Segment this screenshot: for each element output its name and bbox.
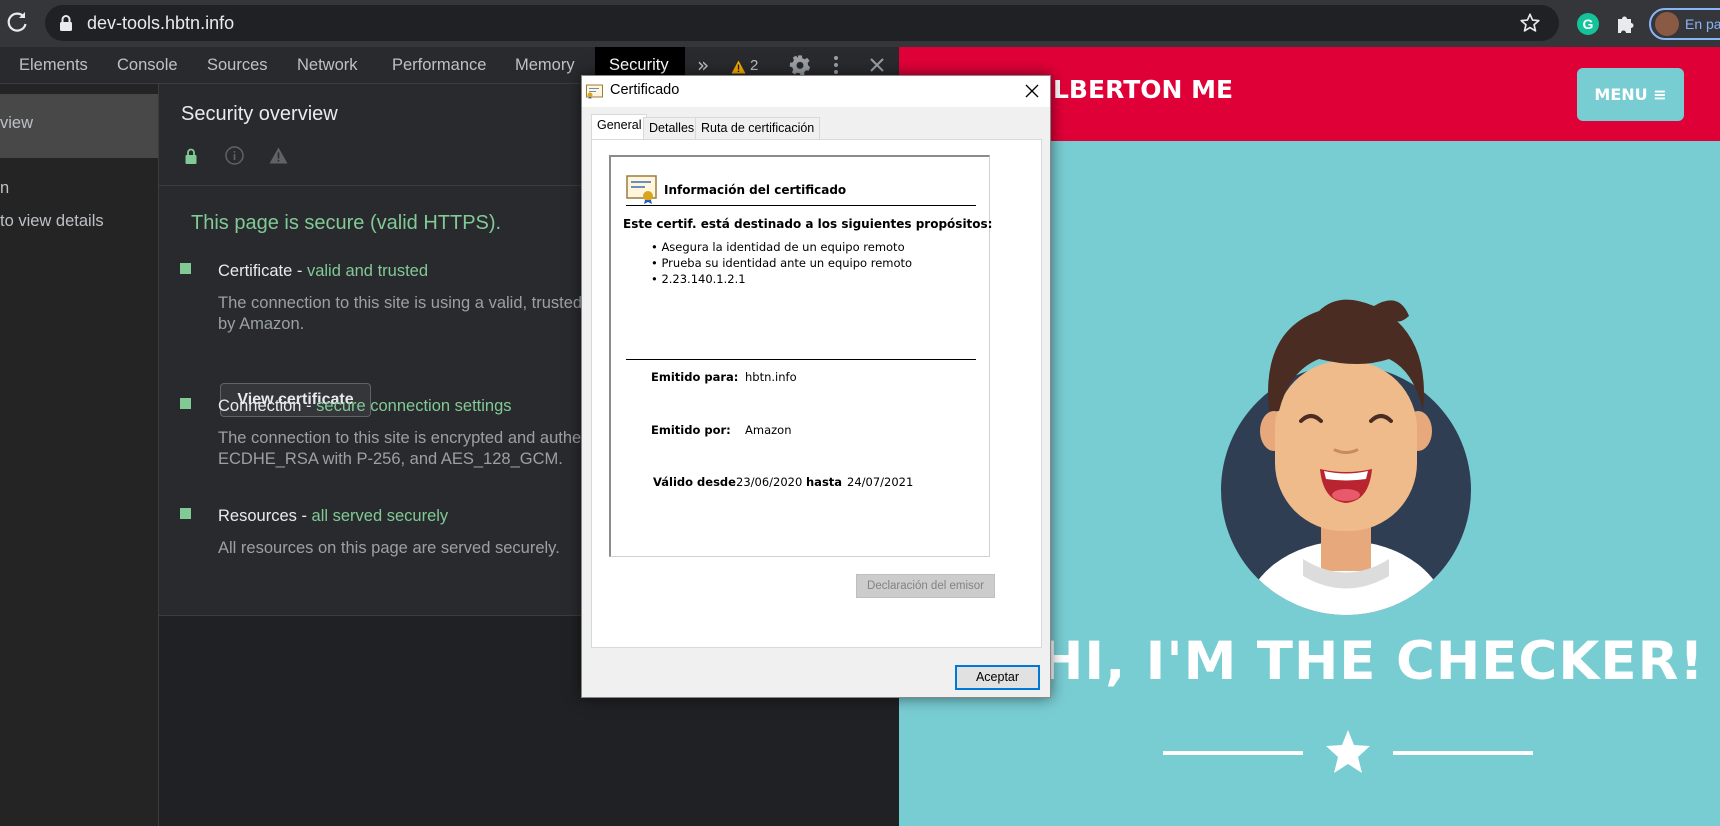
hero-avatar-illustration [1221,299,1471,615]
secure-headline: This page is secure (valid HTTPS). [191,212,502,234]
resources-description: All resources on this page are served se… [218,539,560,557]
reload-icon[interactable] [4,9,30,35]
certificate-description-line-1: The connection to this site is using a v… [218,294,583,312]
valid-from-value: 23/06/2020 [736,475,803,489]
gear-icon[interactable] [789,54,811,76]
profile-label: En pa [1685,16,1720,32]
tab-detalles[interactable]: Detalles [643,117,701,139]
sidebar-origin-label[interactable]: n [0,179,9,198]
divider [626,205,976,206]
certificate-description-line-2: by Amazon. [218,315,305,333]
star-divider [1163,730,1533,773]
warning-count[interactable]: 2 [750,57,758,74]
site-brand[interactable]: LBERTON ME [1053,75,1233,104]
lock-icon[interactable] [59,15,73,31]
divider [626,359,976,360]
issued-to-value: hbtn.info [745,370,797,384]
grammarly-extension-icon[interactable]: G [1577,13,1599,35]
warning-triangle-icon [269,147,288,164]
menu-button[interactable]: MENU ≡ [1577,68,1684,121]
purpose-heading: Este certif. está destinado a los siguie… [623,217,993,231]
resources-status-dot [180,508,191,519]
issued-by-label: Emitido por: [651,423,731,437]
tab-security[interactable]: Security [609,56,669,75]
accept-button[interactable]: Aceptar [955,665,1040,690]
tab-general[interactable]: General [591,114,648,140]
connection-status: secure connection settings [316,397,512,415]
valid-to-value: 24/07/2021 [847,475,914,489]
profile-button[interactable]: En pa [1649,8,1720,40]
more-tabs-button[interactable]: » [697,53,709,77]
page-title: Security overview [181,103,338,125]
dialog-title: Certificado [610,82,680,98]
purpose-item: • Prueba su identidad ante un equipo rem… [651,256,913,270]
certificate-dialog: Certificado General Detalles Ruta de cer… [581,75,1051,698]
sidebar-details-hint: to view details [0,212,104,230]
bookmark-star-icon[interactable] [1519,12,1541,34]
certificate-info-title: Información del certificado [664,183,847,197]
connection-description-line-2: ECDHE_RSA with P-256, and AES_128_GCM. [218,450,563,468]
star-icon [1326,730,1370,773]
valid-to-label: hasta [806,475,843,489]
more-options-icon[interactable] [833,55,839,75]
connection-description-line-1: The connection to this site is encrypted… [218,429,582,447]
purpose-item: • Asegura la identidad de un equipo remo… [651,240,905,254]
security-sidebar: view n to view details [0,84,159,826]
certificate-status-dot [180,263,191,274]
issued-by-value: Amazon [745,423,792,437]
tab-console[interactable]: Console [117,56,178,75]
browser-toolbar: dev-tools.hbtn.info G En pa [0,0,1720,47]
certificate-icon [586,84,603,99]
resources-title: Resources - all served securely [218,507,449,525]
certificate-info-box: Información del certificado Este certif.… [609,155,993,557]
tab-performance[interactable]: Performance [392,56,486,75]
extensions-puzzle-icon[interactable] [1614,12,1638,36]
tab-memory[interactable]: Memory [515,56,575,75]
connection-title: Connection - secure connection settings [218,397,512,415]
certificate-icon [626,175,657,204]
purpose-item: • 2.23.140.1.2.1 [651,272,746,286]
certificate-status: valid and trusted [306,262,429,280]
url-text[interactable]: dev-tools.hbtn.info [87,13,234,34]
tab-ruta-de-certificacion[interactable]: Ruta de certificación [695,117,821,139]
certificate-title: Certificate - valid and trusted [218,262,429,280]
tab-elements[interactable]: Elements [19,56,88,75]
valid-from-label: Válido desde [653,475,736,489]
warning-icon[interactable] [731,60,746,74]
connection-status-dot [180,398,191,409]
avatar [1655,12,1679,36]
dialog-titlebar[interactable]: Certificado [582,76,1050,107]
sidebar-overview-label: view [0,114,34,132]
address-bar[interactable]: dev-tools.hbtn.info [45,5,1559,41]
info-icon [225,146,244,165]
hero-title: HI, I'M THE CHECKER! [1039,631,1705,692]
issuer-statement-button[interactable]: Declaración del emisor [856,574,995,598]
tab-sources[interactable]: Sources [207,56,268,75]
tab-network[interactable]: Network [297,56,358,75]
issued-to-label: Emitido para: [651,370,739,384]
close-icon[interactable] [869,57,885,73]
resources-status: all served securely [311,507,449,525]
sidebar-item-overview[interactable]: view [0,94,158,158]
secure-lock-icon [185,148,197,164]
general-tab-panel: Información del certificado Este certif.… [591,139,1042,648]
close-icon[interactable] [1025,84,1039,98]
